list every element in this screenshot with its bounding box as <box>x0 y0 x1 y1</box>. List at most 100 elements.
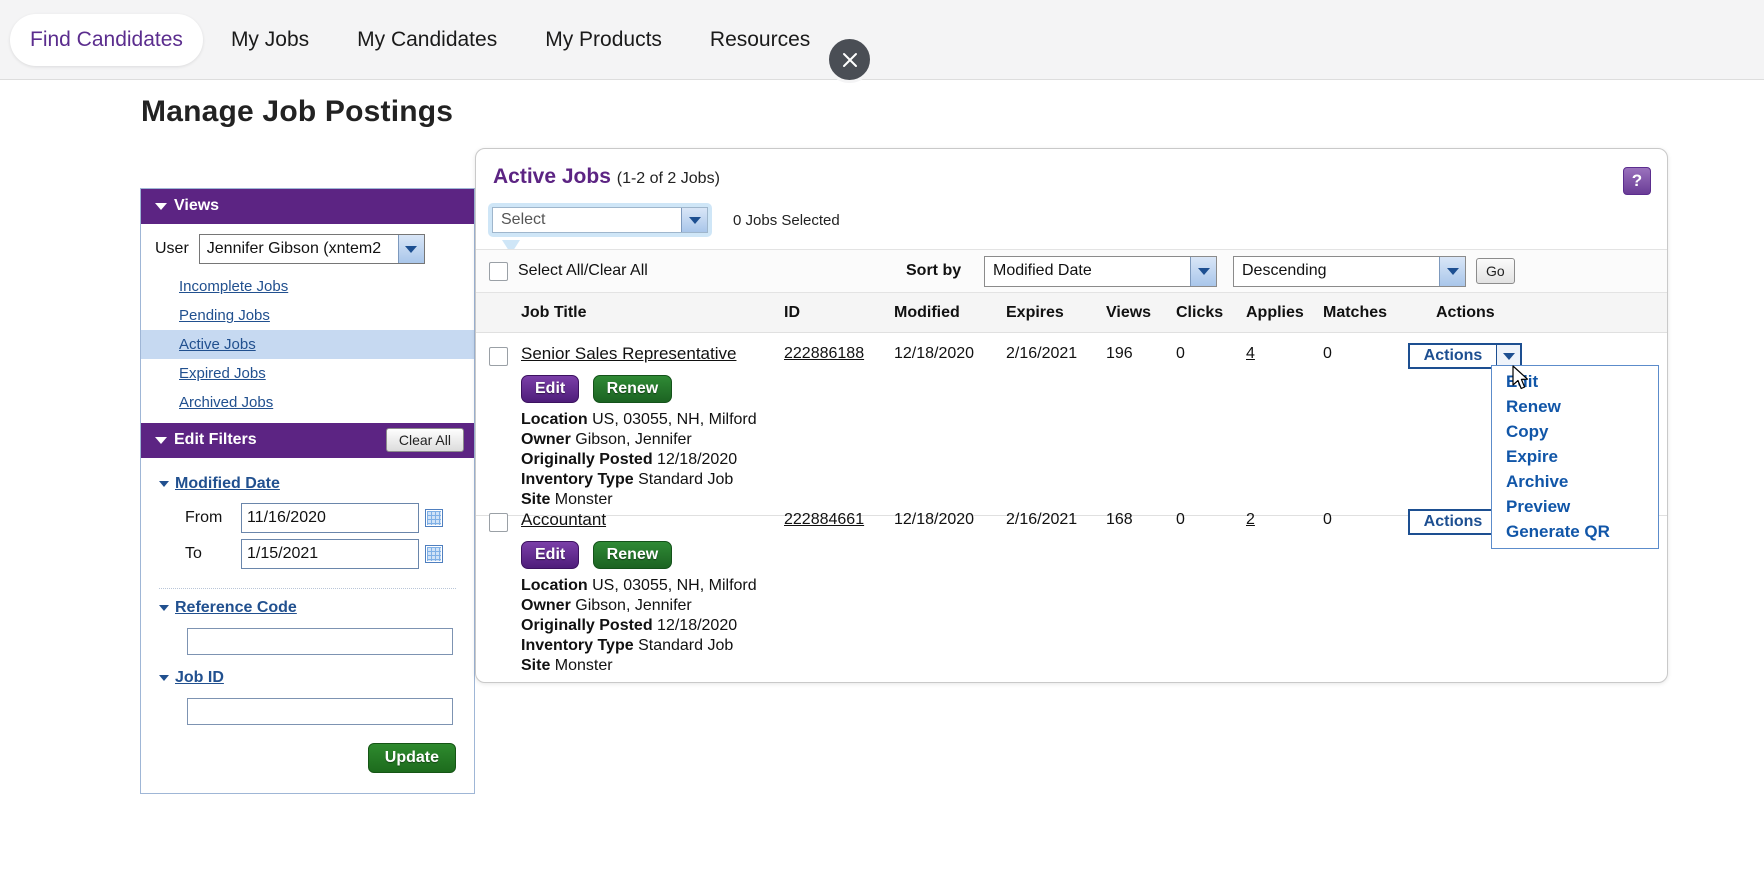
sort-toolbar: Select All/Clear All Sort by Modified Da… <box>476 249 1667 293</box>
sort-direction-value: Descending <box>1242 262 1327 279</box>
panel-title-text: Active Jobs <box>493 165 611 188</box>
chevron-down-icon <box>159 604 169 611</box>
actions-menu-item-copy[interactable]: Copy <box>1492 419 1658 444</box>
actions-dropdown-menu[interactable]: Edit Renew Copy Expire Archive Preview G… <box>1491 365 1659 549</box>
meta-label-site: Site <box>521 657 551 674</box>
sidebar-item-expired-jobs[interactable]: Expired Jobs <box>141 359 474 388</box>
bulk-action-select[interactable]: Select <box>488 203 712 254</box>
nav-tab-resources[interactable]: Resources <box>690 14 830 66</box>
modified-date-from-row: From <box>141 500 474 536</box>
sidebar-item-pending-jobs[interactable]: Pending Jobs <box>141 301 474 330</box>
column-header-views: Views <box>1106 304 1152 321</box>
actions-menu-item-expire[interactable]: Expire <box>1492 444 1658 469</box>
meta-value-location: US, 03055, NH, Milford <box>592 411 757 428</box>
job-matches: 0 <box>1323 511 1332 528</box>
reference-code-input[interactable] <box>187 628 453 655</box>
chevron-down-icon[interactable] <box>1439 256 1465 286</box>
job-applies-link[interactable]: 2 <box>1246 511 1255 529</box>
user-select[interactable]: Jennifer Gibson (xntem2 <box>198 234 425 264</box>
sidebar-item-active-jobs[interactable]: Active Jobs <box>141 330 474 359</box>
sort-field-select[interactable]: Modified Date <box>984 255 1217 287</box>
meta-value-site: Monster <box>554 657 613 674</box>
modified-date-from-input[interactable] <box>241 503 419 533</box>
sort-direction-select[interactable]: Descending <box>1233 255 1466 287</box>
job-id-title[interactable]: Job ID <box>141 669 474 687</box>
chevron-down-icon[interactable] <box>681 208 707 232</box>
table-row: Accountant 222884661 12/18/2020 2/16/202… <box>476 500 1667 682</box>
reference-code-title[interactable]: Reference Code <box>141 599 474 617</box>
update-button[interactable]: Update <box>367 743 456 773</box>
row-actions-label: Actions <box>1423 347 1483 364</box>
views-header-label: Views <box>174 197 220 214</box>
column-header-modified: Modified <box>894 304 960 321</box>
sort-field-value: Modified Date <box>993 262 1092 279</box>
job-id-link[interactable]: 222884661 <box>784 511 864 529</box>
chevron-down-icon <box>155 202 167 210</box>
meta-value-owner: Gibson, Jennifer <box>575 431 692 448</box>
nav-tab-my-products[interactable]: My Products <box>525 14 682 66</box>
close-icon[interactable] <box>826 36 873 83</box>
meta-value-inventory-type: Standard Job <box>638 637 734 654</box>
reference-code-label: Reference Code <box>175 599 297 616</box>
help-icon[interactable]: ? <box>1623 167 1651 195</box>
chevron-down-icon <box>159 480 169 487</box>
from-label: From <box>185 509 223 526</box>
job-title-link[interactable]: Senior Sales Representative <box>521 344 736 364</box>
row-checkbox[interactable] <box>489 513 508 532</box>
job-applies-link[interactable]: 4 <box>1246 345 1255 363</box>
go-button[interactable]: Go <box>1476 258 1515 284</box>
job-id-label: Job ID <box>175 669 224 686</box>
modified-date-title[interactable]: Modified Date <box>141 475 474 493</box>
actions-menu-item-archive[interactable]: Archive <box>1492 469 1658 494</box>
actions-menu-item-preview[interactable]: Preview <box>1492 494 1658 519</box>
job-expires-date: 2/16/2021 <box>1006 511 1078 528</box>
renew-button[interactable]: Renew <box>592 541 673 569</box>
panel-job-count: (1-2 of 2 Jobs) <box>616 170 720 187</box>
actions-menu-item-edit[interactable]: Edit <box>1492 369 1658 394</box>
edit-button[interactable]: Edit <box>521 375 580 403</box>
job-views: 196 <box>1106 345 1133 362</box>
column-header-job-title: Job Title <box>521 304 587 321</box>
meta-value-inventory-type: Standard Job <box>638 471 734 488</box>
meta-label-location: Location <box>521 577 588 594</box>
column-header-actions: Actions <box>1436 304 1495 321</box>
select-all-label: Select All/Clear All <box>518 262 648 279</box>
job-title-link[interactable]: Accountant <box>521 510 606 530</box>
update-button-row: Update <box>141 729 474 787</box>
views-section-header[interactable]: Views <box>141 189 474 224</box>
chevron-down-icon[interactable] <box>1496 345 1520 367</box>
chevron-down-icon[interactable] <box>1190 256 1216 286</box>
edit-button[interactable]: Edit <box>521 541 580 569</box>
meta-label-location: Location <box>521 411 588 428</box>
user-row: User Jennifer Gibson (xntem2 <box>141 231 474 272</box>
renew-button[interactable]: Renew <box>592 375 673 403</box>
meta-label-originally-posted: Originally Posted <box>521 451 653 468</box>
column-header-applies: Applies <box>1246 304 1304 321</box>
modified-date-to-input[interactable] <box>241 539 419 569</box>
nav-tab-my-jobs[interactable]: My Jobs <box>211 14 329 66</box>
actions-menu-item-renew[interactable]: Renew <box>1492 394 1658 419</box>
meta-value-owner: Gibson, Jennifer <box>575 597 692 614</box>
actions-menu-item-generate-qr[interactable]: Generate QR <box>1492 519 1658 544</box>
job-id-link[interactable]: 222886188 <box>784 345 864 363</box>
select-all-checkbox[interactable] <box>489 261 508 281</box>
row-action-pills: Edit Renew <box>521 541 681 569</box>
row-checkbox[interactable] <box>489 347 508 366</box>
meta-label-inventory-type: Inventory Type <box>521 471 634 488</box>
nav-tab-find-candidates[interactable]: Find Candidates <box>10 13 203 66</box>
nav-tab-my-candidates[interactable]: My Candidates <box>337 14 517 66</box>
job-modified-date: 12/18/2020 <box>894 345 975 362</box>
job-clicks: 0 <box>1176 511 1185 528</box>
clear-all-button[interactable]: Clear All <box>385 428 464 452</box>
sidebar-item-archived-jobs[interactable]: Archived Jobs <box>141 388 474 417</box>
calendar-icon[interactable] <box>425 509 443 527</box>
job-id-input[interactable] <box>187 698 453 725</box>
user-select-value: Jennifer Gibson (xntem2 <box>206 240 382 257</box>
chevron-down-icon <box>155 436 167 444</box>
job-views: 168 <box>1106 511 1133 528</box>
edit-filters-section-header[interactable]: Edit Filters Clear All <box>141 423 474 458</box>
filter-group-job-id: Job ID <box>141 659 474 729</box>
chevron-down-icon[interactable] <box>397 235 424 263</box>
sidebar-item-incomplete-jobs[interactable]: Incomplete Jobs <box>141 272 474 301</box>
calendar-icon[interactable] <box>425 545 443 563</box>
